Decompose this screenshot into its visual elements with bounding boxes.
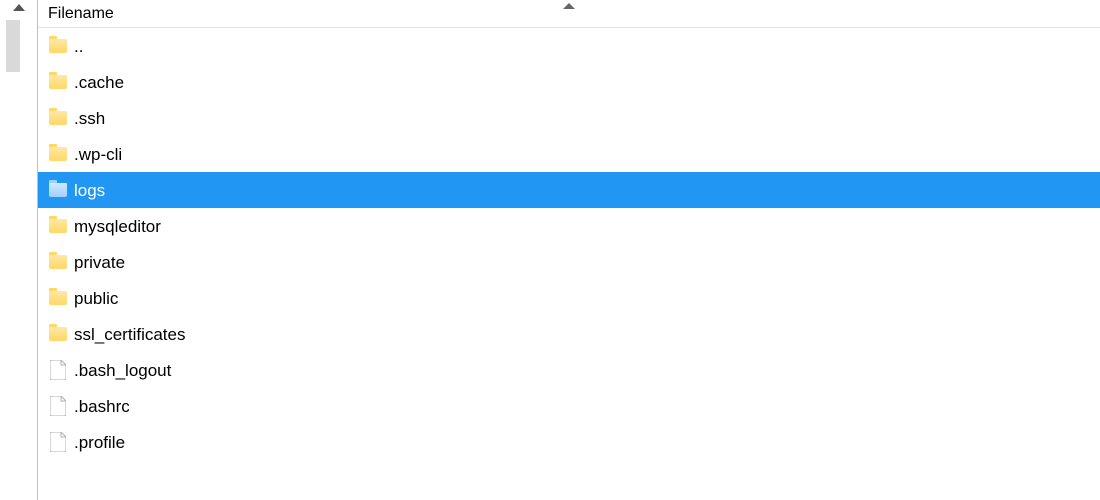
left-scroll-pane bbox=[0, 0, 38, 500]
list-item[interactable]: private bbox=[38, 244, 1100, 280]
sort-ascending-icon bbox=[563, 3, 575, 9]
folder-icon bbox=[48, 72, 68, 92]
scrollbar-thumb[interactable] bbox=[6, 20, 20, 72]
file-list-pane: Filename .. .cache .ssh .wp-cli logs mysqledi… bbox=[38, 0, 1100, 500]
scroll-up-arrow-icon[interactable] bbox=[13, 4, 25, 11]
file-icon bbox=[48, 396, 68, 416]
list-item-label: .bash_logout bbox=[74, 362, 171, 379]
folder-icon bbox=[48, 216, 68, 236]
column-header-label: Filename bbox=[48, 5, 114, 23]
file-icon bbox=[48, 360, 68, 380]
file-list: .. .cache .ssh .wp-cli logs mysqleditor privat… bbox=[38, 28, 1100, 460]
list-item-label: .profile bbox=[74, 434, 125, 451]
folder-icon bbox=[48, 180, 68, 200]
list-item-label: logs bbox=[74, 182, 105, 199]
list-item[interactable]: .ssh bbox=[38, 100, 1100, 136]
folder-icon bbox=[48, 324, 68, 344]
file-icon bbox=[48, 432, 68, 452]
list-item[interactable]: .profile bbox=[38, 424, 1100, 460]
list-item[interactable]: .wp-cli bbox=[38, 136, 1100, 172]
folder-icon bbox=[48, 108, 68, 128]
list-item[interactable]: logs bbox=[38, 172, 1100, 208]
list-item-label: public bbox=[74, 290, 118, 307]
list-item-label: .bashrc bbox=[74, 398, 130, 415]
list-item-label: private bbox=[74, 254, 125, 271]
list-item[interactable]: public bbox=[38, 280, 1100, 316]
list-item[interactable]: .. bbox=[38, 28, 1100, 64]
column-header-filename[interactable]: Filename bbox=[38, 0, 1100, 28]
folder-icon bbox=[48, 36, 68, 56]
list-item-label: .ssh bbox=[74, 110, 105, 127]
list-item[interactable]: ssl_certificates bbox=[38, 316, 1100, 352]
list-item-label: .. bbox=[74, 38, 83, 55]
list-item[interactable]: mysqleditor bbox=[38, 208, 1100, 244]
folder-icon bbox=[48, 252, 68, 272]
list-item[interactable]: .cache bbox=[38, 64, 1100, 100]
list-item-label: .wp-cli bbox=[74, 146, 122, 163]
list-item-label: .cache bbox=[74, 74, 124, 91]
list-item-label: ssl_certificates bbox=[74, 326, 185, 343]
list-item[interactable]: .bash_logout bbox=[38, 352, 1100, 388]
folder-icon bbox=[48, 288, 68, 308]
list-item-label: mysqleditor bbox=[74, 218, 161, 235]
folder-icon bbox=[48, 144, 68, 164]
list-item[interactable]: .bashrc bbox=[38, 388, 1100, 424]
